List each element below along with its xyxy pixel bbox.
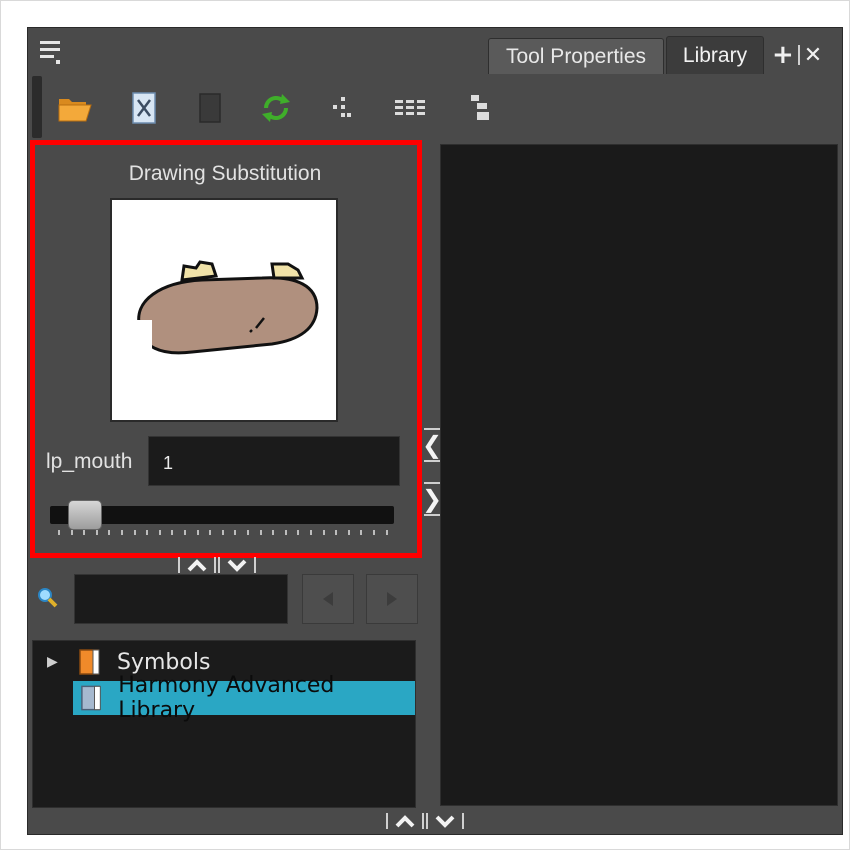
thumbnails-icon[interactable]: [322, 88, 362, 128]
expand-arrow-icon[interactable]: ▶: [47, 654, 58, 670]
chevron-down-icon[interactable]: [434, 814, 456, 828]
next-button[interactable]: [366, 574, 418, 624]
chevron-down-icon[interactable]: [226, 558, 248, 572]
new-drawing-icon[interactable]: [190, 88, 230, 128]
toolbar-grip-handle[interactable]: [32, 76, 42, 138]
search-icon: [36, 586, 60, 610]
chevron-up-icon[interactable]: [186, 558, 208, 572]
close-panel-button[interactable]: ✕: [804, 43, 822, 68]
tree-item-label: Symbols: [117, 649, 211, 675]
chevron-up-icon[interactable]: [394, 814, 416, 828]
open-folder-icon[interactable]: [56, 88, 96, 128]
library-panel: Tool Properties Library + ✕ Drawing Subs…: [27, 27, 843, 835]
list-view-icon[interactable]: [390, 88, 430, 128]
library-tree: ▶ Symbols Harmony Advanced Library: [32, 640, 416, 808]
add-tab-button[interactable]: +: [772, 40, 794, 70]
screenshot-frame: Tool Properties Library + ✕ Drawing Subs…: [0, 0, 850, 850]
preview-splitter[interactable]: [172, 556, 262, 574]
highlight-box: [30, 140, 422, 558]
panel-menu-icon[interactable]: [38, 38, 64, 64]
library-book-icon: [81, 685, 101, 711]
tab-actions: + ✕: [772, 40, 822, 70]
search-input[interactable]: [74, 574, 288, 624]
tab-library[interactable]: Library: [666, 36, 764, 74]
tab-tool-properties[interactable]: Tool Properties: [488, 38, 664, 74]
library-book-icon: [79, 649, 100, 675]
expand-right-button[interactable]: ❯: [422, 482, 442, 516]
tab-actions-separator: [797, 45, 800, 65]
delete-drawing-icon[interactable]: [124, 88, 164, 128]
collapse-left-button[interactable]: ❮: [422, 428, 442, 462]
refresh-icon[interactable]: [256, 88, 296, 128]
previous-button[interactable]: [302, 574, 354, 624]
library-content-view[interactable]: [440, 144, 838, 806]
tree-item-label: Harmony Advanced Library: [118, 673, 335, 723]
bottom-splitter-controls[interactable]: [380, 812, 470, 830]
tree-item-harmony-advanced-library[interactable]: Harmony Advanced Library: [73, 673, 415, 723]
details-view-icon[interactable]: [460, 88, 500, 128]
